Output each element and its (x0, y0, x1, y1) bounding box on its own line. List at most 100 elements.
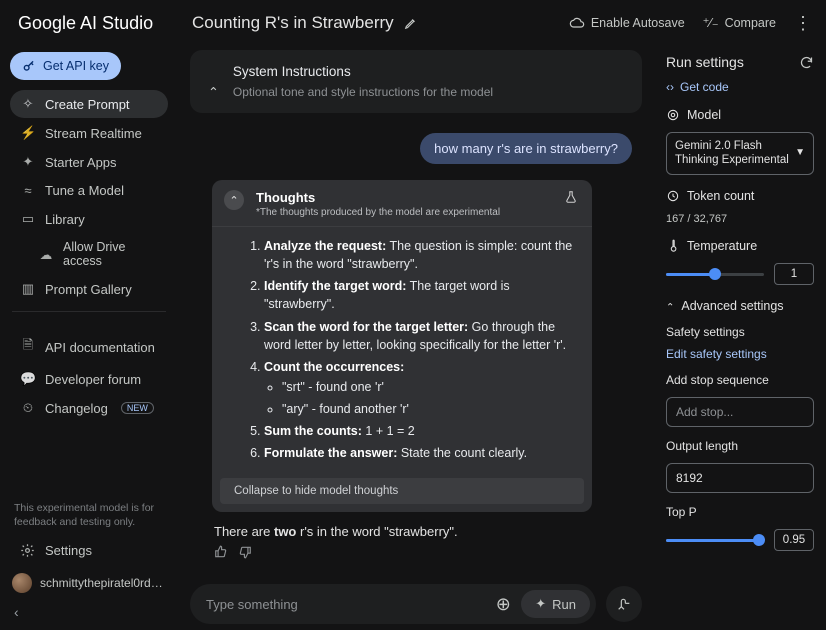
autosave-label: Enable Autosave (591, 16, 685, 30)
sidebar-item-library[interactable]: ▭ Library (10, 205, 168, 233)
stream-icon: ⚡ (20, 125, 36, 141)
prompt-composer[interactable]: ⊕ ✦ Run (190, 584, 596, 624)
add-attachment-icon[interactable]: ⊕ (491, 592, 515, 616)
temperature-label: Temperature (687, 239, 757, 253)
model-icon (666, 108, 680, 122)
edit-title-icon[interactable] (404, 16, 418, 30)
stop-sequence-input[interactable] (666, 397, 814, 427)
system-instructions-subtitle: Optional tone and style instructions for… (233, 85, 493, 99)
temperature-input[interactable] (774, 263, 814, 285)
gear-icon (20, 543, 36, 558)
sidebar-label: Library (45, 212, 85, 227)
docs-icon: 🗎 (20, 336, 36, 358)
prompt-title: Counting R's in Strawberry (192, 13, 394, 33)
library-icon: ▭ (20, 211, 36, 227)
token-count-value: 167 / 32,767 (666, 213, 814, 225)
output-length-label: Output length (666, 439, 814, 453)
run-label: Run (552, 597, 576, 612)
model-thoughts-card: ⌄ Thoughts *The thoughts produced by the… (212, 180, 592, 512)
sidebar-item-api-docs[interactable]: 🗎 API documentation (10, 330, 168, 364)
user-message-bubble: how many r's are in strawberry? (420, 133, 632, 164)
advanced-settings-toggle[interactable]: ⌄ Advanced settings (666, 299, 814, 313)
top-p-slider[interactable] (666, 533, 764, 547)
temperature-icon (666, 239, 680, 253)
clear-chat-icon[interactable] (606, 586, 642, 622)
cloud-icon (569, 16, 585, 30)
sidebar-item-tune-model[interactable]: ≈ Tune a Model (10, 177, 168, 204)
system-instructions-card[interactable]: ⌄ System Instructions Optional tone and … (190, 50, 642, 113)
forum-icon: 💬 (20, 371, 36, 387)
enable-autosave-button[interactable]: Enable Autosave (569, 16, 685, 30)
sidebar-item-dev-forum[interactable]: 💬 Developer forum (10, 365, 168, 393)
sidebar-label: Starter Apps (45, 155, 117, 170)
token-label: Token count (687, 189, 754, 203)
compare-label: Compare (725, 16, 776, 30)
model-label: Model (687, 108, 721, 122)
prompt-input[interactable] (206, 597, 491, 612)
sidebar-label: Allow Drive access (63, 240, 158, 268)
chevron-up-icon: ⌄ (666, 300, 674, 311)
edit-safety-link[interactable]: Edit safety settings (666, 347, 814, 361)
thumbs-up-icon[interactable] (214, 545, 228, 559)
top-p-label: Top P (666, 505, 814, 519)
brand-title: Google AI Studio (18, 13, 192, 34)
sidebar-item-create-prompt[interactable]: ✧ Create Prompt (10, 90, 168, 118)
thoughts-body: Analyze the request: The question is sim… (212, 227, 592, 470)
safety-label: Safety settings (666, 325, 814, 339)
tune-icon: ≈ (20, 183, 36, 198)
key-icon (22, 59, 36, 73)
stop-sequence-label: Add stop sequence (666, 373, 814, 387)
model-answer: There are two r's in the word "strawberr… (214, 524, 638, 539)
sidebar-label: Prompt Gallery (45, 282, 132, 297)
sidebar-item-stream-realtime[interactable]: ⚡ Stream Realtime (10, 119, 168, 147)
sidebar-label: Stream Realtime (45, 126, 142, 141)
drive-icon: ☁ (38, 247, 54, 262)
sidebar-label: Create Prompt (45, 97, 130, 112)
thoughts-note: *The thoughts produced by the model are … (256, 207, 500, 218)
sidebar-label: Developer forum (45, 372, 141, 387)
sidebar-item-settings[interactable]: Settings (10, 537, 168, 564)
thumbs-down-icon[interactable] (238, 545, 252, 559)
system-instructions-title: System Instructions (233, 64, 493, 79)
chevron-up-icon[interactable]: ⌄ (208, 66, 219, 99)
temperature-slider[interactable] (666, 267, 764, 281)
sidebar-item-changelog[interactable]: ⏲ Changelog NEW (10, 394, 168, 422)
model-select[interactable]: Gemini 2.0 Flash Thinking Experimental ▼ (666, 132, 814, 175)
sidebar-item-drive-access[interactable]: ☁ Allow Drive access (10, 234, 168, 274)
compare-icon: ⁺⁄₋ (703, 15, 719, 31)
sidebar-divider (12, 311, 166, 312)
top-p-input[interactable] (774, 529, 814, 551)
reset-settings-icon[interactable] (799, 55, 814, 70)
sidebar-label: API documentation (45, 340, 155, 355)
changelog-icon: ⏲ (20, 400, 36, 416)
collapse-thoughts-button[interactable]: Collapse to hide model thoughts (220, 478, 584, 504)
sparkle-icon: ✦ (535, 596, 546, 612)
create-icon: ✧ (20, 96, 36, 112)
get-code-link[interactable]: ‹› Get code (666, 80, 814, 94)
model-disclaimer: This experimental model is for feedback … (10, 501, 168, 529)
user-menu[interactable]: schmittythepiratel0rdoft... (10, 569, 168, 597)
collapse-thoughts-icon[interactable]: ⌄ (224, 190, 244, 210)
code-icon: ‹› (666, 80, 674, 94)
compare-button[interactable]: ⁺⁄₋ Compare (703, 15, 776, 31)
username: schmittythepiratel0rdoft... (40, 576, 166, 590)
run-button[interactable]: ✦ Run (521, 590, 590, 618)
run-settings-title: Run settings (666, 54, 744, 70)
sidebar-item-prompt-gallery[interactable]: ▥ Prompt Gallery (10, 275, 168, 303)
gallery-icon: ▥ (20, 281, 36, 297)
output-length-input[interactable] (666, 463, 814, 493)
get-api-key-button[interactable]: Get API key (10, 52, 121, 80)
advanced-label: Advanced settings (681, 299, 783, 313)
sidebar-label: Changelog (45, 401, 108, 416)
model-value: Gemini 2.0 Flash Thinking Experimental (675, 139, 795, 168)
sidebar-label: Tune a Model (45, 183, 124, 198)
api-key-label: Get API key (43, 59, 109, 73)
thoughts-title: Thoughts (256, 190, 500, 205)
sidebar-label: Settings (45, 543, 92, 558)
flask-icon (564, 190, 578, 204)
sidebar-item-starter-apps[interactable]: ✦ Starter Apps (10, 148, 168, 176)
token-icon (666, 189, 680, 203)
new-badge: NEW (121, 402, 154, 414)
collapse-sidebar-icon[interactable]: ‹ (10, 602, 168, 622)
starter-icon: ✦ (20, 154, 36, 170)
